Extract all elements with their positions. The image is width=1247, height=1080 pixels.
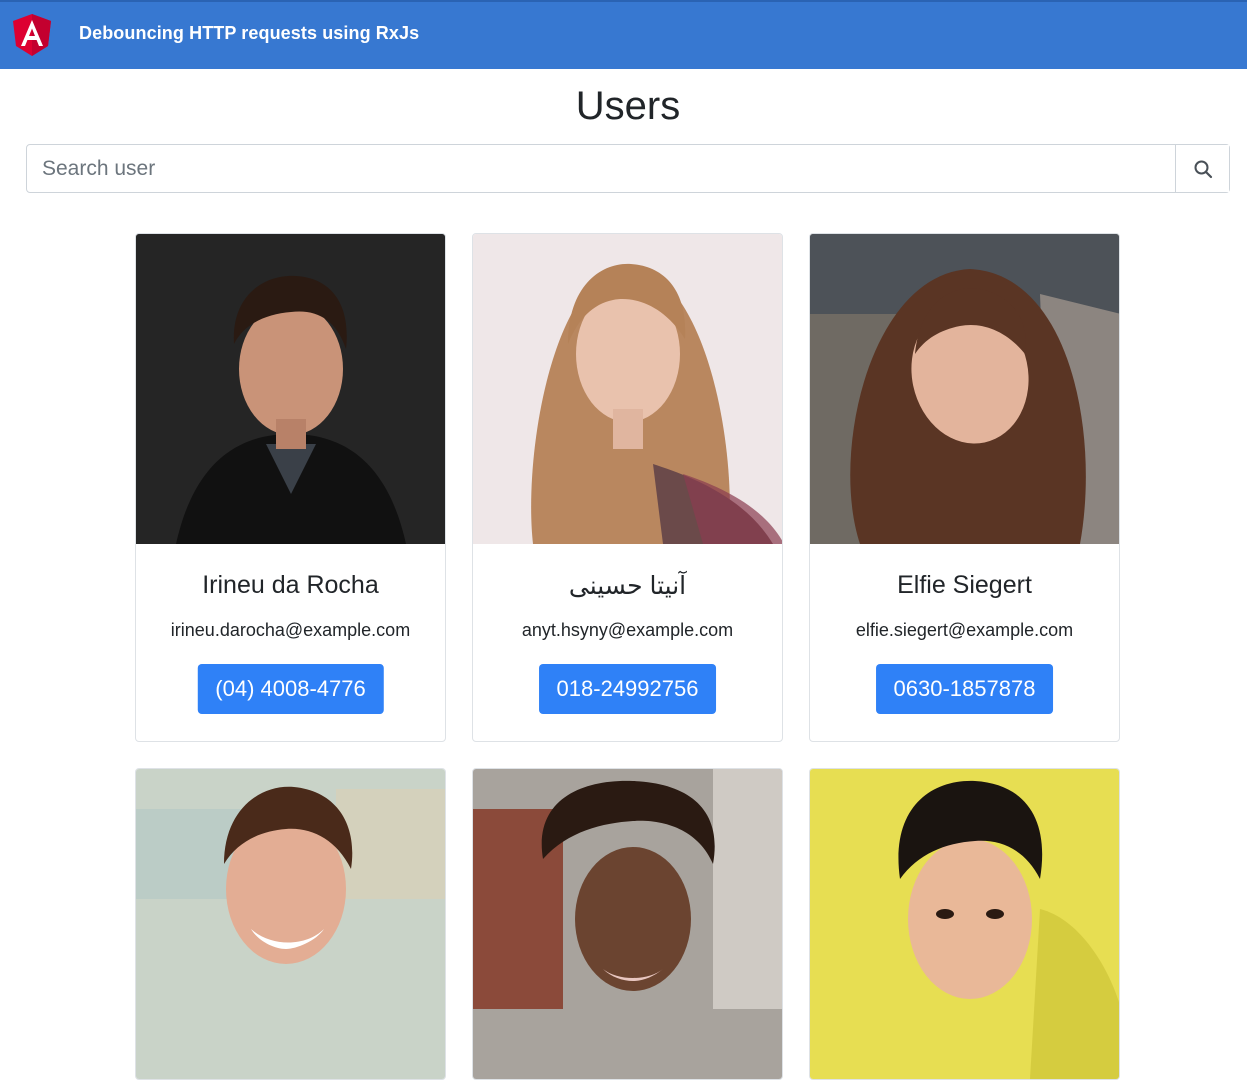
user-photo <box>136 769 445 1079</box>
user-email: irineu.darocha@example.com <box>170 620 411 640</box>
user-photo <box>810 769 1119 1079</box>
search-button[interactable] <box>1175 145 1229 192</box>
user-photo <box>473 769 782 1079</box>
user-card: Elfie Siegert elfie.siegert@example.com … <box>809 233 1120 742</box>
user-photo-icon <box>473 769 782 1079</box>
user-photo <box>473 234 782 544</box>
search-icon <box>1194 160 1212 178</box>
user-name: Irineu da Rocha <box>202 571 379 599</box>
brand-title[interactable]: Debouncing HTTP requests using RxJs <box>79 23 419 44</box>
user-card <box>472 768 783 1080</box>
angular-logo-icon[interactable] <box>12 13 52 57</box>
user-photo-icon <box>473 234 782 544</box>
card-body: Irineu da Rocha irineu.darocha@example.c… <box>136 544 445 741</box>
user-card <box>135 768 446 1080</box>
user-card-grid: Irineu da Rocha irineu.darocha@example.c… <box>135 233 1121 1080</box>
user-card: آنیتا حسینی anyt.hsyny@example.com 018-2… <box>472 233 783 742</box>
user-photo <box>136 234 445 544</box>
user-photo-icon <box>810 234 1119 544</box>
phone-button[interactable]: 0630-1857878 <box>875 664 1054 714</box>
search-bar <box>26 144 1230 193</box>
user-name: Elfie Siegert <box>897 571 1032 599</box>
user-photo-icon <box>136 234 445 544</box>
card-body: Elfie Siegert elfie.siegert@example.com … <box>810 544 1119 741</box>
user-email: anyt.hsyny@example.com <box>521 620 734 640</box>
phone-button[interactable]: (04) 4008-4776 <box>197 664 384 714</box>
phone-button[interactable]: 018-24992756 <box>538 664 717 714</box>
user-name: آنیتا حسینی <box>568 572 687 600</box>
card-body: آنیتا حسینی anyt.hsyny@example.com 018-2… <box>473 544 782 741</box>
user-photo-icon <box>136 769 445 1079</box>
user-card <box>809 768 1120 1080</box>
user-card: Irineu da Rocha irineu.darocha@example.c… <box>135 233 446 742</box>
user-photo-icon <box>810 769 1119 1079</box>
page-title: Users <box>575 84 681 128</box>
user-photo <box>810 234 1119 544</box>
search-input[interactable] <box>27 145 1177 192</box>
top-navbar: Debouncing HTTP requests using RxJs <box>0 0 1247 69</box>
user-email: elfie.siegert@example.com <box>855 620 1074 640</box>
